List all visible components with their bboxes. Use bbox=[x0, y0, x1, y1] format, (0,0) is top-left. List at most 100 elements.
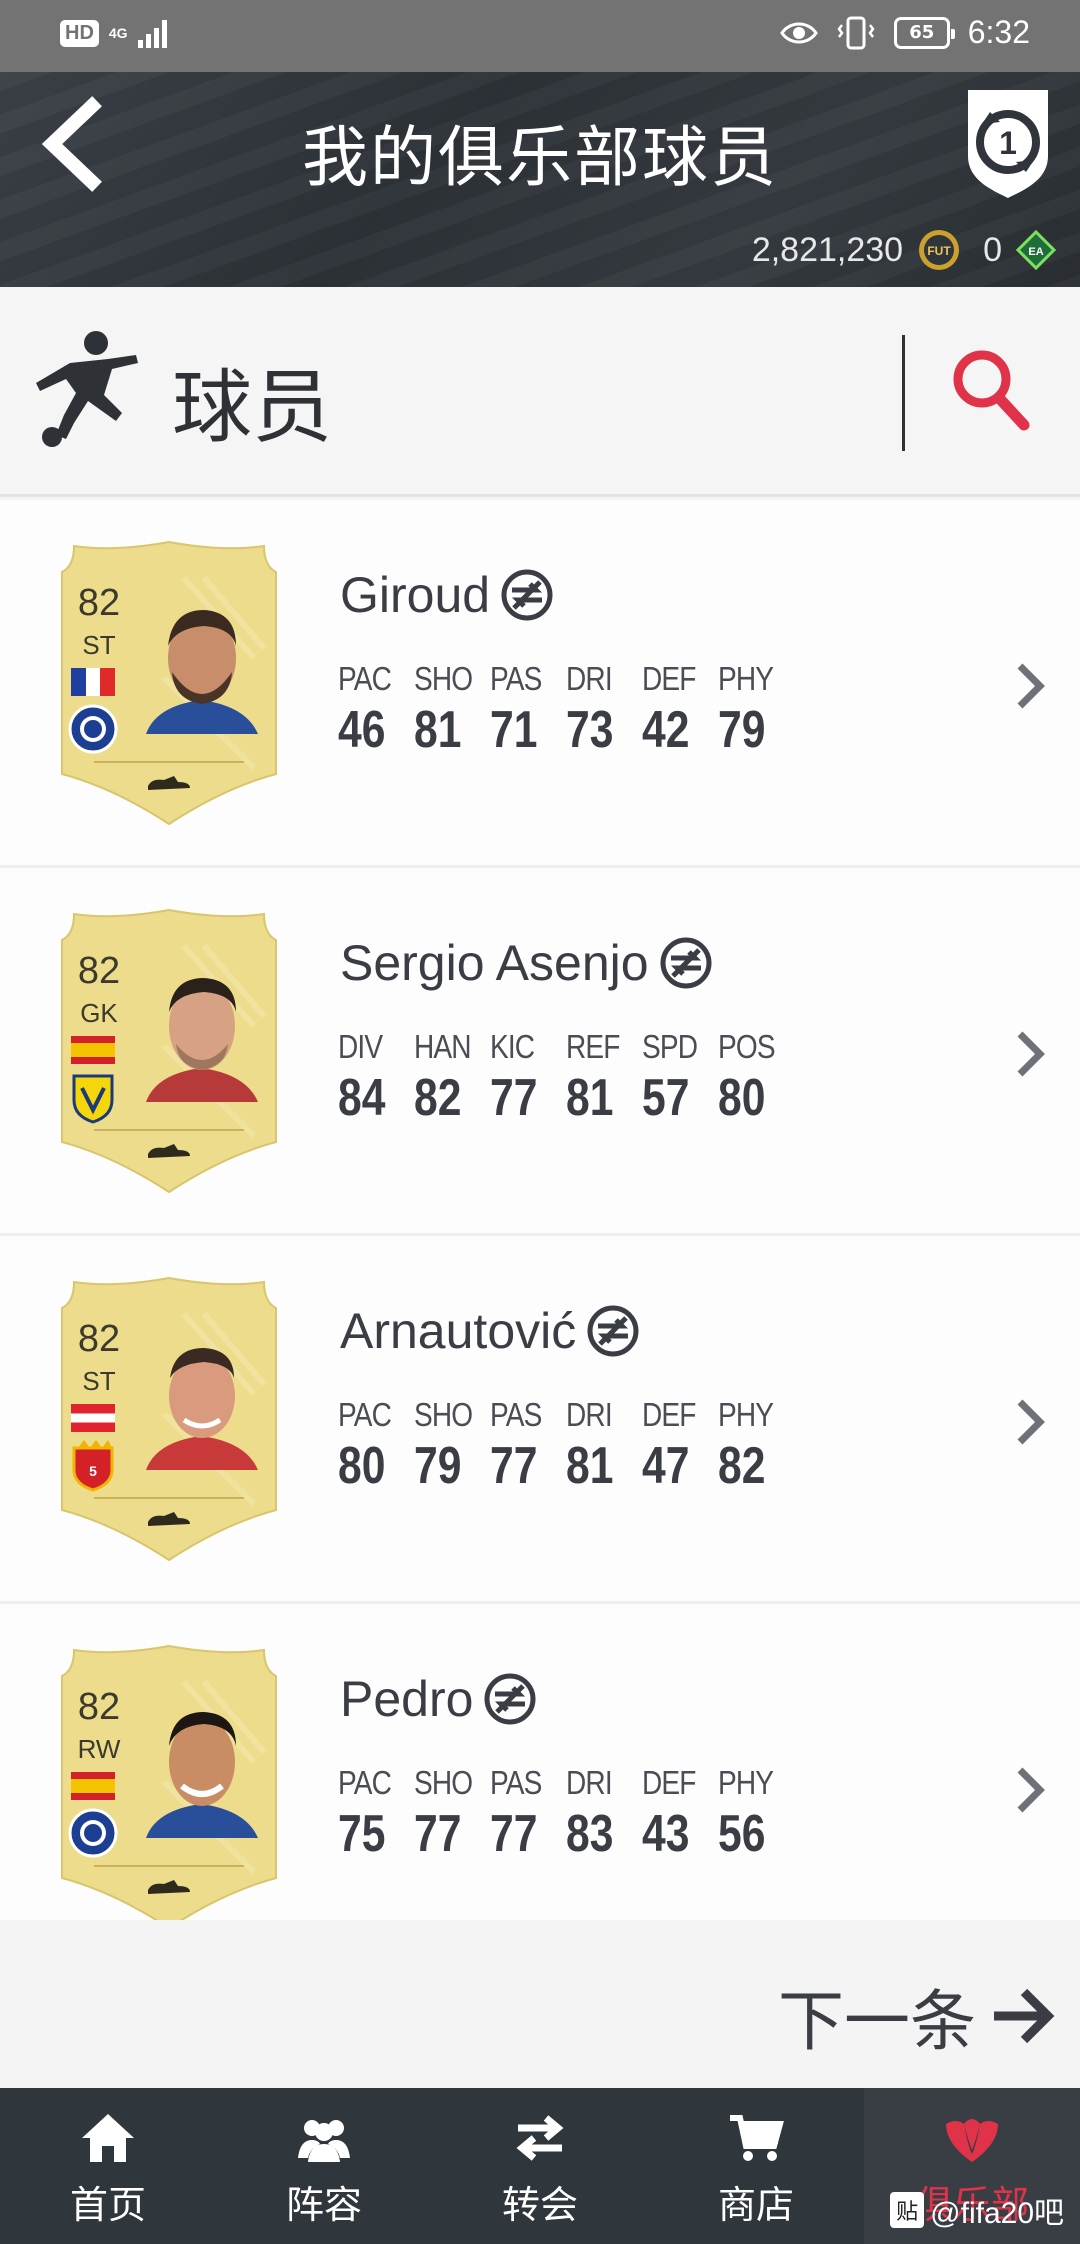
player-row[interactable]: 82 ST Giroud PAC 46 SHO 81 PAS 71 DRI 73… bbox=[0, 500, 1080, 868]
objectives-badge-icon[interactable]: 1 bbox=[960, 84, 1056, 202]
search-icon[interactable] bbox=[950, 347, 1030, 431]
player-row[interactable]: 82 GK Sergio Asenjo DIV 84 HAN 82 KIC 77… bbox=[0, 868, 1080, 1236]
stat-label: PAC bbox=[338, 660, 392, 697]
chelsea-crest-icon bbox=[68, 704, 118, 754]
next-page-label: 下一条 bbox=[778, 1983, 976, 2060]
pagination-bar: 下一条 bbox=[0, 1920, 1080, 2088]
player-name: Giroud bbox=[340, 566, 554, 624]
stat: KIC 77 bbox=[490, 1028, 566, 1128]
coins-value: 2,821,230 bbox=[751, 230, 904, 269]
bottom-navigation: 首页 阵容 转会 商店 俱乐部 贴 @fifa20吧 bbox=[0, 2088, 1080, 2244]
card-position: ST bbox=[82, 630, 116, 660]
player-name: Sergio Asenjo bbox=[340, 934, 713, 992]
boot-icon bbox=[148, 776, 190, 790]
svg-text:5: 5 bbox=[89, 1463, 97, 1479]
clock: 6:32 bbox=[967, 14, 1030, 50]
stat: DRI 73 bbox=[566, 660, 642, 760]
currency-row: 2,821,230 FUT 0 EA bbox=[752, 228, 1056, 272]
stat-label: PHY bbox=[718, 1396, 774, 1433]
stat: DEF 43 bbox=[642, 1764, 718, 1864]
stat-label: PHY bbox=[718, 660, 774, 697]
card-position: ST bbox=[82, 1366, 116, 1396]
header: 我的俱乐部球员 1 2,821,230 FUT 0 EA bbox=[0, 72, 1080, 287]
svg-text:EA: EA bbox=[1028, 246, 1043, 258]
divider bbox=[902, 335, 905, 451]
card-position: RW bbox=[77, 1734, 121, 1764]
player-name: Arnautović bbox=[340, 1302, 640, 1360]
stat-value: 77 bbox=[490, 1437, 538, 1495]
stat-value: 80 bbox=[338, 1437, 386, 1495]
player-stats: PAC 75 SHO 77 PAS 77 DRI 83 DEF 43 PHY 56 bbox=[338, 1764, 794, 1864]
card-rating: 82 bbox=[77, 582, 121, 624]
stat-value: 80 bbox=[718, 1069, 766, 1127]
stat-value: 43 bbox=[642, 1805, 690, 1863]
nav-transfers[interactable]: 转会 bbox=[432, 2088, 648, 2244]
chelsea-crest-icon bbox=[68, 1808, 118, 1858]
player-card: 82 RW bbox=[54, 1642, 284, 1922]
stat: PAS 77 bbox=[490, 1764, 566, 1864]
stat-value: 82 bbox=[414, 1069, 462, 1127]
stat-label: DEF bbox=[642, 660, 696, 697]
club-crest-icon bbox=[946, 2119, 998, 2162]
stat-label: PAC bbox=[338, 1764, 392, 1801]
points-value: 0 bbox=[983, 230, 1002, 269]
chevron-right-icon[interactable] bbox=[1010, 658, 1050, 714]
stat-label: SPD bbox=[642, 1028, 698, 1065]
stat-label: PAC bbox=[338, 1396, 392, 1433]
nav-label: 商店 bbox=[717, 2183, 794, 2227]
hd-badge: HD bbox=[60, 19, 99, 47]
fifa-points-icon: EA bbox=[1016, 230, 1056, 270]
boot-icon bbox=[148, 1512, 190, 1526]
stat: PAS 71 bbox=[490, 660, 566, 760]
player-stats: PAC 80 SHO 79 PAS 77 DRI 81 DEF 47 PHY 82 bbox=[338, 1396, 794, 1496]
nav-squad[interactable]: 阵容 bbox=[216, 2088, 432, 2244]
eye-icon bbox=[779, 22, 818, 43]
player-row[interactable]: 82 ST 5 Arnautović PAC 80 SHO 79 PAS 77 … bbox=[0, 1236, 1080, 1604]
stat-value: 47 bbox=[642, 1437, 690, 1495]
nav-label: 首页 bbox=[69, 2183, 146, 2227]
stat-label: DRI bbox=[566, 1396, 613, 1433]
stat-label: REF bbox=[566, 1028, 620, 1065]
stat-label: PAS bbox=[490, 660, 542, 697]
stat-label: SHO bbox=[414, 1396, 473, 1433]
player-card: 82 GK bbox=[54, 906, 284, 1196]
player-card: 82 ST bbox=[54, 538, 284, 828]
svg-text:FUT: FUT bbox=[927, 244, 951, 258]
nav-home[interactable]: 首页 bbox=[0, 2088, 216, 2244]
stat: SHO 77 bbox=[414, 1764, 490, 1864]
card-rating: 82 bbox=[77, 1318, 121, 1360]
stat: DRI 83 bbox=[566, 1764, 642, 1864]
team-icon bbox=[298, 2120, 350, 2162]
next-page-button[interactable]: 下一条 bbox=[778, 1968, 1056, 2064]
stat-value: 71 bbox=[490, 701, 538, 759]
chevron-right-icon[interactable] bbox=[1010, 1026, 1050, 1082]
card-rating: 82 bbox=[77, 950, 121, 992]
player-name-text: Pedro bbox=[340, 1671, 474, 1727]
player-stats: DIV 84 HAN 82 KIC 77 REF 81 SPD 57 POS 80 bbox=[338, 1028, 794, 1128]
stat: HAN 82 bbox=[414, 1028, 490, 1128]
stat: PHY 79 bbox=[718, 660, 794, 760]
player-row[interactable]: 82 RW Pedro PAC 75 SHO 77 PAS 77 DRI 83 … bbox=[0, 1604, 1080, 1922]
stat-value: 77 bbox=[490, 1805, 538, 1863]
nav-label: 转会 bbox=[501, 2183, 578, 2227]
stat: DIV 84 bbox=[338, 1028, 414, 1128]
chevron-right-icon[interactable] bbox=[1010, 1394, 1050, 1450]
stat-value: 57 bbox=[642, 1069, 690, 1127]
nav-store[interactable]: 商店 bbox=[648, 2088, 864, 2244]
section-title: 球员 bbox=[172, 361, 332, 454]
chevron-right-icon[interactable] bbox=[1010, 1762, 1050, 1818]
france-flag-icon bbox=[71, 668, 115, 696]
stat-value: 46 bbox=[338, 701, 386, 759]
stat-label: DEF bbox=[642, 1764, 696, 1801]
player-name: Pedro bbox=[340, 1670, 537, 1728]
player-portrait bbox=[146, 1348, 258, 1470]
stat-value: 42 bbox=[642, 701, 690, 759]
watermark: 贴 @fifa20吧 bbox=[890, 2188, 1064, 2232]
stat: DRI 81 bbox=[566, 1396, 642, 1496]
vibrate-icon bbox=[837, 16, 875, 49]
stat-value: 81 bbox=[414, 701, 462, 759]
boot-icon bbox=[148, 1144, 190, 1158]
stat-label: PAS bbox=[490, 1396, 542, 1433]
stat-value: 56 bbox=[718, 1805, 766, 1863]
villarreal-crest-icon bbox=[72, 1074, 114, 1124]
